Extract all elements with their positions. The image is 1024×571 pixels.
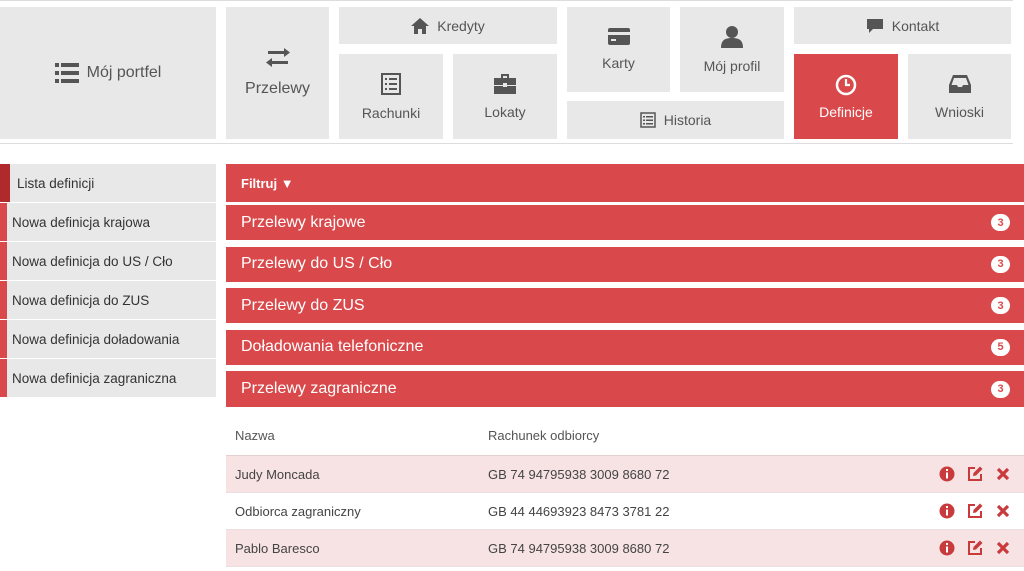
credit-card-icon	[607, 28, 630, 45]
list-icon	[54, 62, 79, 84]
transfer-arrows-icon	[265, 48, 290, 68]
nav-label-definitions: Definicje	[819, 103, 873, 120]
definitions-table: Nazwa Rachunek odbiorcy Judy Moncada GB …	[226, 415, 1024, 568]
section-tax-customs-transfers[interactable]: Przelewy do US / Cło 3	[226, 246, 1024, 282]
nav-label-accounts: Rachunki	[361, 104, 421, 121]
count-badge: 3	[991, 380, 1010, 398]
nav-label-my-profile: Mój profil	[703, 57, 761, 74]
nav-label-contact: Kontakt	[891, 17, 940, 34]
nav-tile-my-profile[interactable]: Mój profil	[680, 7, 784, 92]
count-badge: 3	[991, 255, 1010, 273]
nav-tile-definitions[interactable]: Definicje	[794, 54, 898, 139]
cell-account: GB 74 94795938 3009 8680 72	[488, 540, 670, 556]
sidebar-item-label: Nowa definicja krajowa	[12, 214, 151, 230]
count-badge: 5	[991, 338, 1010, 356]
header-name: Nazwa	[235, 427, 275, 443]
nav-divider	[0, 143, 1013, 144]
nav-tile-credits[interactable]: Kredyty	[339, 7, 557, 44]
table-row: Pablo Baresco GB 74 94795938 3009 8680 7…	[226, 530, 1024, 568]
table-header: Nazwa Rachunek odbiorcy	[226, 415, 1024, 457]
section-title: Doładowania telefoniczne	[241, 338, 424, 356]
sidebar-item-new-foreign[interactable]: Nowa definicja zagraniczna	[0, 359, 216, 397]
inbox-tray-icon	[948, 74, 971, 94]
history-list-icon	[640, 112, 656, 128]
nav-tile-contact[interactable]: Kontakt	[794, 7, 1011, 44]
sidebar-item-definition-list[interactable]: Lista definicji	[0, 164, 216, 202]
nav-label-transfers: Przelewy	[245, 80, 310, 97]
row-actions	[908, 539, 1024, 557]
sidebar-item-new-domestic[interactable]: Nowa definicja krajowa	[0, 203, 216, 241]
nav-label-my-portfolio: Mój portfel	[86, 64, 162, 81]
cell-name: Judy Moncada	[235, 466, 320, 482]
ledger-icon	[381, 72, 401, 95]
sidebar-item-label: Lista definicji	[17, 175, 95, 191]
row-actions	[908, 465, 1024, 483]
section-domestic-transfers[interactable]: Przelewy krajowe 3	[226, 205, 1024, 240]
sidebar-item-label: Nowa definicja zagraniczna	[12, 370, 177, 386]
cell-name: Odbiorca zagraniczny	[235, 503, 361, 519]
briefcase-icon	[494, 73, 516, 94]
nav-tile-applications[interactable]: Wnioski	[908, 54, 1011, 139]
nav-label-applications: Wnioski	[934, 103, 984, 120]
section-foreign-transfers[interactable]: Przelewy zagraniczne 3	[226, 371, 1024, 408]
top-border	[0, 0, 1013, 1]
nav-label-history: Historia	[663, 112, 712, 128]
nav-tile-deposits[interactable]: Lokaty	[453, 54, 557, 139]
sidebar-item-new-zus[interactable]: Nowa definicja do ZUS	[0, 281, 216, 319]
sidebar-item-label: Nowa definicja doładowania	[12, 331, 180, 347]
info-icon[interactable]	[938, 465, 956, 483]
section-title: Przelewy krajowe	[241, 213, 366, 231]
delete-icon[interactable]	[994, 502, 1012, 520]
count-badge: 3	[991, 214, 1010, 231]
user-icon	[721, 25, 743, 48]
nav-tile-transfers[interactable]: Przelewy	[226, 7, 329, 139]
nav-tile-accounts[interactable]: Rachunki	[339, 54, 443, 139]
home-icon	[411, 17, 430, 34]
delete-icon[interactable]	[994, 465, 1012, 483]
nav-label-credits: Kredyty	[437, 17, 485, 34]
count-badge: 3	[991, 297, 1010, 315]
edit-icon[interactable]	[966, 465, 984, 483]
sidebar-item-label: Nowa definicja do US / Cło	[12, 253, 173, 269]
delete-icon[interactable]	[994, 539, 1012, 557]
nav-tile-history[interactable]: Historia	[567, 101, 784, 139]
sidebar-item-label: Nowa definicja do ZUS	[12, 292, 150, 308]
section-phone-topups[interactable]: Doładowania telefoniczne 5	[226, 329, 1024, 365]
section-title: Przelewy zagraniczne	[241, 380, 397, 398]
edit-icon[interactable]	[966, 539, 984, 557]
info-icon[interactable]	[938, 539, 956, 557]
cell-account: GB 74 94795938 3009 8680 72	[488, 466, 670, 482]
table-row: Odbiorca zagraniczny GB 44 44693923 8473…	[226, 493, 1024, 531]
info-icon[interactable]	[938, 502, 956, 520]
header-account: Rachunek odbiorcy	[488, 427, 600, 443]
section-zus-transfers[interactable]: Przelewy do ZUS 3	[226, 288, 1024, 324]
sidebar-item-new-tax-customs[interactable]: Nowa definicja do US / Cło	[0, 242, 216, 280]
table-row: Judy Moncada GB 74 94795938 3009 8680 72	[226, 456, 1024, 494]
row-actions	[908, 502, 1024, 520]
cell-name: Pablo Baresco	[235, 540, 320, 556]
chat-bubble-icon	[866, 18, 884, 34]
nav-label-cards: Karty	[602, 55, 635, 71]
section-title: Przelewy do US / Cło	[241, 255, 393, 273]
main-content: Filtruj ▼ Przelewy krajowe 3 Przelewy do…	[226, 164, 1024, 568]
cell-account: GB 44 44693923 8473 3781 22	[488, 503, 670, 519]
edit-icon[interactable]	[966, 502, 984, 520]
sidebar: Lista definicji Nowa definicja krajowa N…	[0, 164, 216, 398]
sidebar-item-new-topup[interactable]: Nowa definicja doładowania	[0, 320, 216, 358]
section-title: Przelewy do ZUS	[241, 296, 365, 314]
nav-tile-my-portfolio[interactable]: Mój portfel	[0, 7, 216, 139]
filter-toggle[interactable]: Filtruj ▼	[226, 164, 1024, 202]
nav-tile-cards[interactable]: Karty	[567, 7, 670, 92]
clock-icon	[835, 74, 857, 96]
nav-label-deposits: Lokaty	[484, 103, 526, 120]
